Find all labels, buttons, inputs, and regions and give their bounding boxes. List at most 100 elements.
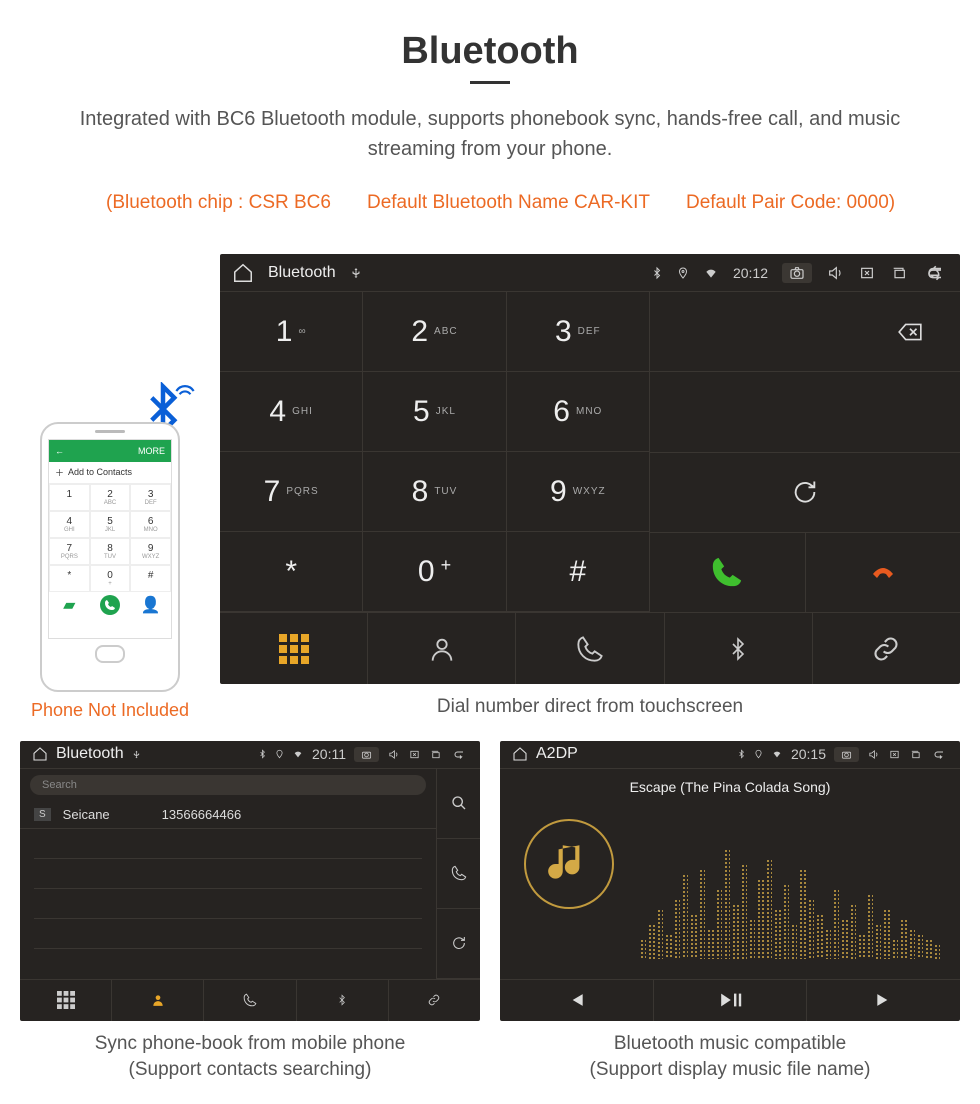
statusbar-title: A2DP — [536, 745, 578, 763]
key-*[interactable]: * — [220, 532, 363, 612]
key-4[interactable]: 4GHI — [220, 372, 363, 452]
tab-recent[interactable] — [204, 980, 296, 1021]
spec-name: Default Bluetooth Name CAR-KIT — [367, 192, 650, 214]
key-6[interactable]: 6MNO — [507, 372, 650, 452]
sync-button[interactable] — [437, 909, 480, 979]
phone-back-icon: ← — [55, 446, 64, 456]
key-2[interactable]: 2ABC — [363, 292, 506, 372]
empty-row — [34, 859, 422, 889]
dialer-device: Bluetooth 20:12 — [220, 254, 960, 684]
screenshot-icon[interactable] — [834, 747, 859, 762]
volume-icon[interactable] — [387, 749, 400, 760]
phone-home-button — [95, 645, 125, 663]
call-button[interactable] — [650, 533, 806, 612]
bluetooth-icon — [337, 993, 348, 1007]
contacts-statusbar: Bluetooth 20:11 — [20, 741, 480, 769]
volume-icon[interactable] — [826, 265, 844, 281]
hangup-button[interactable] — [806, 533, 961, 612]
contact-row[interactable]: S Seicane 13566664466 — [20, 801, 436, 829]
key-1[interactable]: 1∞ — [220, 292, 363, 372]
play-pause-button[interactable] — [654, 980, 808, 1021]
key-3[interactable]: 3DEF — [507, 292, 650, 372]
usb-icon — [350, 266, 362, 280]
person-icon — [428, 635, 456, 663]
wifi-icon — [703, 266, 719, 280]
page-title: Bluetooth — [20, 30, 960, 73]
key-5[interactable]: 5JKL — [363, 372, 506, 452]
tab-recent[interactable] — [516, 613, 664, 684]
close-app-icon[interactable] — [858, 265, 876, 281]
bluetooth-status-icon — [258, 748, 267, 760]
key-0[interactable]: 0+ — [363, 532, 506, 612]
phone-outline-icon — [576, 635, 604, 663]
link-icon — [870, 635, 902, 663]
statusbar-title: Bluetooth — [268, 264, 336, 282]
location-icon — [754, 748, 763, 760]
dialer-statusbar: Bluetooth 20:12 — [220, 254, 960, 292]
close-app-icon[interactable] — [408, 749, 421, 760]
spec-chip: (Bluetooth chip : CSR BC6 — [106, 192, 331, 214]
music-statusbar: A2DP 20:15 — [500, 741, 960, 769]
backspace-button[interactable] — [650, 292, 960, 372]
tab-pair[interactable] — [297, 980, 389, 1021]
recent-apps-icon[interactable] — [909, 749, 922, 760]
tab-contacts[interactable] — [112, 980, 204, 1021]
key-8[interactable]: 8TUV — [363, 452, 506, 532]
track-title: Escape (The Pina Colada Song) — [500, 769, 960, 805]
clock-text: 20:12 — [733, 265, 768, 281]
location-icon — [275, 748, 284, 760]
tab-keypad[interactable] — [20, 980, 112, 1021]
music-device: A2DP 20:15 Escape (The Pina Colada Song) — [500, 741, 960, 1021]
statusbar-title: Bluetooth — [56, 745, 124, 763]
close-app-icon[interactable] — [888, 749, 901, 760]
usb-icon — [132, 749, 141, 760]
tab-pair[interactable] — [665, 613, 813, 684]
display-area — [650, 372, 960, 452]
back-icon[interactable] — [930, 748, 948, 760]
volume-icon[interactable] — [867, 749, 880, 760]
phone-call-icon — [100, 595, 120, 615]
prev-track-button[interactable] — [500, 980, 654, 1021]
empty-row — [34, 919, 422, 949]
phone-keypad: 1 2ABC3DEF4GHI5JKL6MNO7PQRS8TUV9WXYZ* 0+… — [49, 484, 171, 592]
keypad-icon — [279, 634, 309, 664]
tab-keypad[interactable] — [220, 613, 368, 684]
phone-video-icon: ▰ — [59, 595, 79, 615]
tab-link[interactable] — [813, 613, 960, 684]
home-icon[interactable] — [512, 746, 528, 762]
screenshot-icon[interactable] — [782, 263, 812, 283]
back-icon[interactable] — [450, 748, 468, 760]
search-button[interactable] — [437, 769, 480, 839]
phone-people-icon: 👤 — [141, 595, 161, 615]
dialer-keypad: 1∞2ABC3DEF 4GHI5JKL6MNO 7PQRS8TUV9WXYZ *0+# — [220, 292, 650, 612]
recent-apps-icon[interactable] — [890, 265, 908, 281]
call-contact-button[interactable] — [437, 839, 480, 909]
home-icon[interactable] — [232, 262, 254, 284]
redial-button[interactable] — [650, 453, 960, 533]
recent-apps-icon[interactable] — [429, 749, 442, 760]
phone-mockup: ←MORE ＋Add to Contacts 1 2ABC3DEF4GHI5JK… — [20, 382, 200, 721]
dialer-caption: Dial number direct from touchscreen — [220, 694, 960, 721]
next-track-button[interactable] — [807, 980, 960, 1021]
back-icon[interactable] — [922, 264, 948, 282]
phone-more-label: MORE — [138, 446, 165, 456]
key-#[interactable]: # — [507, 532, 650, 612]
key-9[interactable]: 9WXYZ — [507, 452, 650, 532]
wifi-icon — [771, 749, 783, 759]
empty-row — [34, 889, 422, 919]
tab-contacts[interactable] — [368, 613, 516, 684]
person-icon — [151, 993, 165, 1007]
wifi-icon — [292, 749, 304, 759]
title-divider — [470, 81, 510, 84]
contacts-caption: Sync phone-book from mobile phone(Suppor… — [20, 1031, 480, 1084]
location-icon — [677, 265, 689, 281]
tab-link[interactable] — [389, 980, 480, 1021]
screenshot-icon[interactable] — [354, 747, 379, 762]
search-input[interactable]: Search — [30, 775, 426, 795]
phone-caption: Phone Not Included — [20, 700, 200, 721]
page-description: Integrated with BC6 Bluetooth module, su… — [20, 104, 960, 164]
key-7[interactable]: 7PQRS — [220, 452, 363, 532]
spec-code: Default Pair Code: 0000) — [686, 192, 895, 214]
empty-row — [34, 829, 422, 859]
home-icon[interactable] — [32, 746, 48, 762]
